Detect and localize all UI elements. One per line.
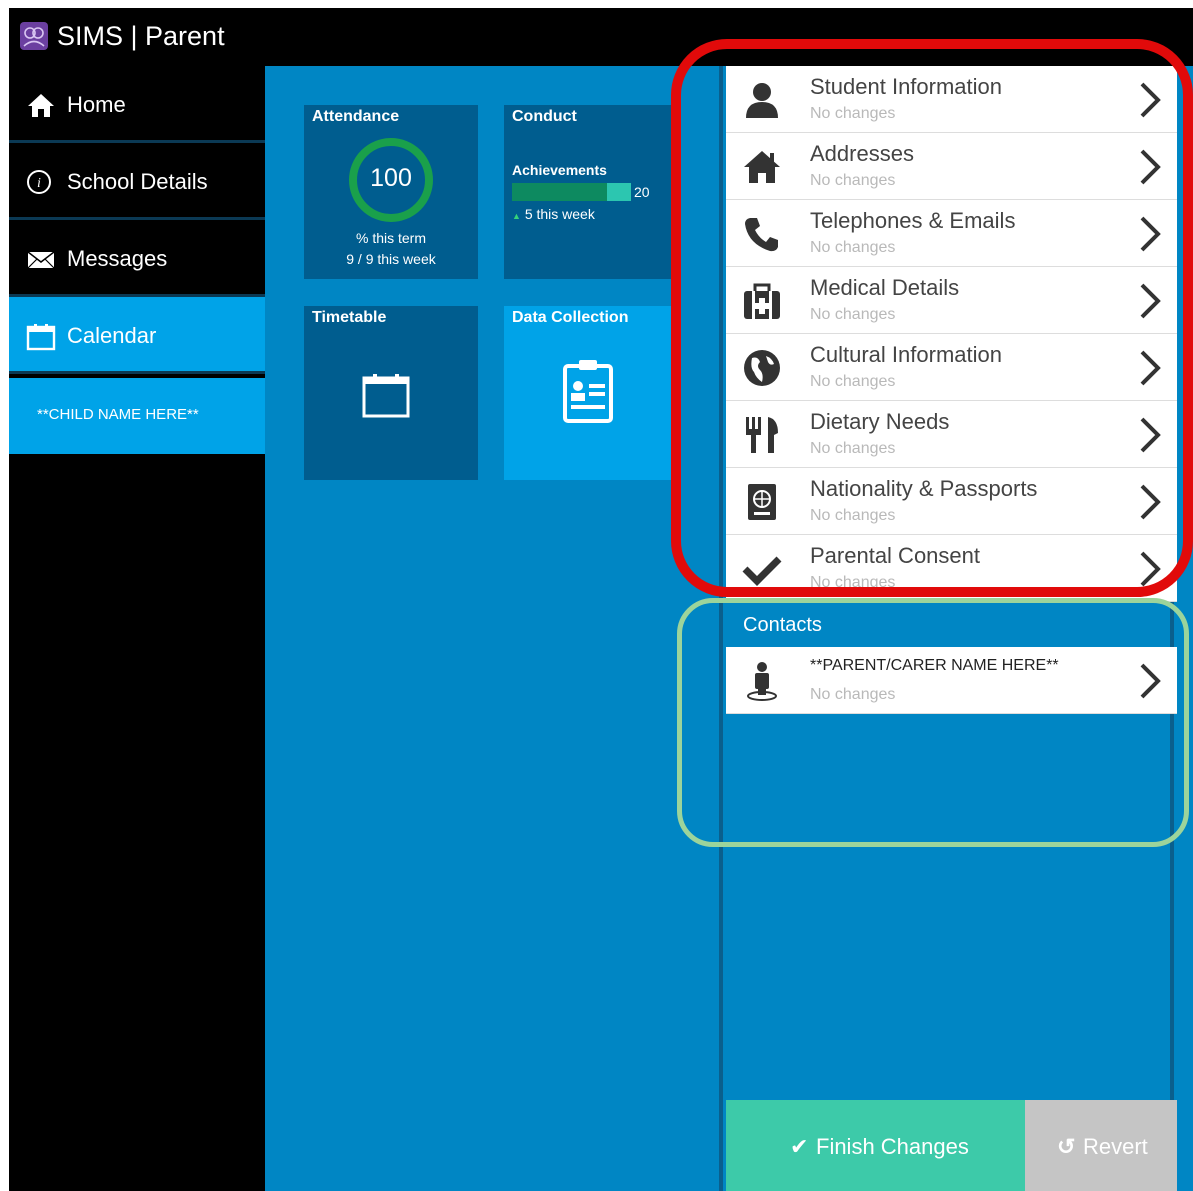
attendance-tile[interactable]: Attendance 100 % this term 9 / 9 this we… bbox=[304, 105, 478, 279]
sidebar-item-label: Home bbox=[67, 92, 126, 117]
attendance-value: 100 bbox=[370, 164, 412, 192]
sidebar-item-school-details[interactable]: i School Details bbox=[9, 143, 265, 220]
achievements-label: Achievements bbox=[512, 162, 607, 178]
sidebar-item-messages[interactable]: Messages bbox=[9, 220, 265, 297]
sims-logo-icon bbox=[20, 22, 48, 50]
finish-changes-button[interactable]: ✔ Finish Changes bbox=[726, 1100, 1025, 1191]
achievements-change: ▲ 5 this week bbox=[512, 206, 595, 222]
revert-button[interactable]: ↺ Revert bbox=[1025, 1100, 1177, 1191]
tile-title: Timetable bbox=[312, 309, 387, 326]
clipboard-icon bbox=[563, 360, 613, 423]
up-arrow-icon: ▲ bbox=[512, 211, 521, 221]
achievements-change-text: 5 this week bbox=[524, 206, 595, 222]
sidebar-item-home[interactable]: Home bbox=[9, 66, 265, 143]
attendance-term: % this term bbox=[355, 230, 426, 246]
sidebar-item-label: Calendar bbox=[67, 323, 157, 348]
achievements-bar bbox=[512, 183, 631, 201]
sidebar-item-label: Messages bbox=[67, 246, 168, 271]
highlight-outline-red bbox=[671, 39, 1193, 597]
highlight-outline-green bbox=[677, 598, 1189, 847]
timetable-tile[interactable]: Timetable bbox=[304, 306, 478, 480]
calendar-icon bbox=[26, 323, 56, 351]
data-collection-tile[interactable]: Data Collection bbox=[504, 306, 678, 480]
finish-changes-label: Finish Changes bbox=[816, 1134, 969, 1159]
child-selector[interactable]: **CHILD NAME HERE** bbox=[9, 378, 265, 454]
app-title: SIMS | Parent bbox=[57, 21, 225, 51]
svg-text:i: i bbox=[37, 176, 41, 191]
child-name: **CHILD NAME HERE** bbox=[37, 406, 199, 423]
tile-title: Conduct bbox=[512, 108, 577, 125]
attendance-week: 9 / 9 this week bbox=[346, 251, 436, 267]
tile-title: Attendance bbox=[312, 108, 400, 125]
undo-icon: ↺ bbox=[1057, 1134, 1076, 1159]
conduct-tile[interactable]: Conduct Achievements 20 ▲ 5 this week bbox=[504, 105, 678, 279]
revert-label: Revert bbox=[1083, 1134, 1148, 1159]
achievements-bar-fill bbox=[512, 183, 608, 201]
achievements-count: 20 bbox=[634, 184, 650, 200]
sidebar-item-label: School Details bbox=[67, 169, 208, 194]
info-icon: i bbox=[26, 169, 56, 195]
home-icon bbox=[26, 92, 56, 118]
sidebar: Home i School Details Messages Calendar … bbox=[9, 66, 265, 1191]
envelope-icon bbox=[26, 246, 56, 272]
tile-title: Data Collection bbox=[512, 309, 629, 326]
calendar-icon bbox=[362, 374, 410, 418]
checkmark-icon: ✔ bbox=[790, 1134, 809, 1159]
sidebar-item-calendar[interactable]: Calendar bbox=[9, 297, 265, 374]
